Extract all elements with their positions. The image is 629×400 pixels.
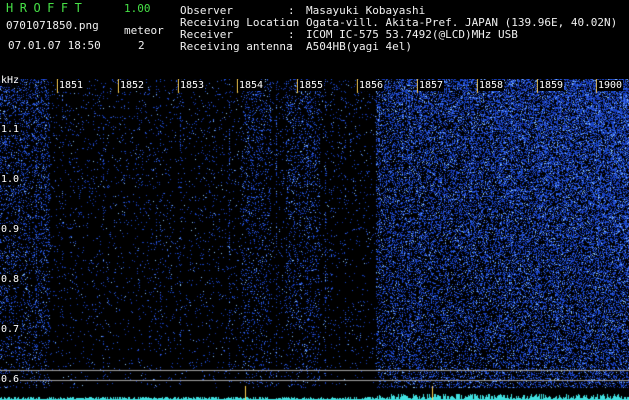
app-version: 1.00	[124, 2, 151, 15]
time-tick-1851: 1851	[58, 80, 85, 91]
time-tick-1856: 1856	[358, 80, 385, 91]
freq-tick-1-1: 1.1	[0, 124, 21, 135]
time-tick-1858: 1858	[478, 80, 505, 91]
freq-tick-1-0: 1.0	[0, 174, 21, 185]
freq-unit-label: kHz	[0, 75, 21, 86]
freq-tick-0-7: 0.7	[0, 324, 21, 335]
freq-tick-0-9: 0.9	[0, 224, 21, 235]
time-tick-1853: 1853	[179, 80, 206, 91]
time-tick-1852: 1852	[119, 80, 146, 91]
spectrogram-canvas	[0, 79, 629, 400]
meteor-label: meteor	[124, 24, 164, 37]
freq-tick-0-8: 0.8	[0, 274, 21, 285]
antenna-colon: :	[288, 40, 295, 53]
hrofft-window: HROFFT 1.00 0701071850.png meteor 07.01.…	[0, 0, 629, 400]
app-title: HROFFT	[6, 1, 89, 15]
time-tick-1857: 1857	[418, 80, 445, 91]
antenna-value: A504HB(yagi 4el)	[306, 40, 412, 53]
time-tick-1859: 1859	[538, 80, 565, 91]
time-tick-1855: 1855	[298, 80, 325, 91]
antenna-label: Receiving antenna	[180, 40, 293, 53]
file-name: 0701071850.png	[6, 19, 99, 32]
time-tick-1900: 1900	[597, 80, 624, 91]
meteor-count: 2	[138, 39, 145, 52]
timestamp: 07.01.07 18:50	[8, 39, 101, 52]
freq-tick-0-6: 0.6	[0, 374, 21, 385]
time-tick-1854: 1854	[238, 80, 265, 91]
